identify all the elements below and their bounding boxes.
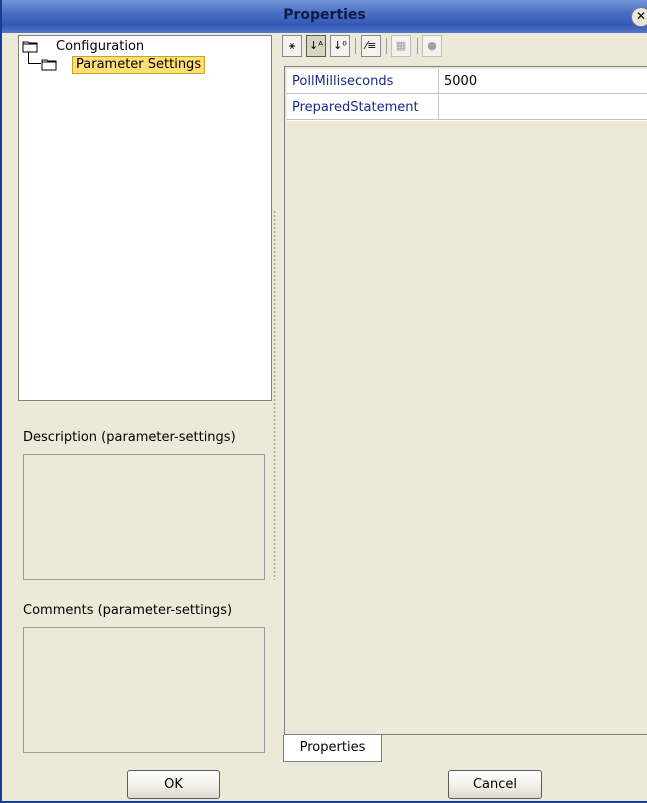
- tree-node-configuration[interactable]: Configuration: [22, 37, 262, 57]
- tab-properties[interactable]: Properties: [283, 735, 382, 762]
- toolbar-separator: [417, 38, 418, 54]
- property-sheet: PollMilliseconds 5000 PreparedStatement: [284, 66, 647, 735]
- tree-node-parameter-settings[interactable]: Parameter Settings: [41, 55, 261, 75]
- ok-button[interactable]: OK: [127, 770, 220, 799]
- window-title: Properties: [283, 7, 366, 23]
- folder-icon: [41, 58, 57, 71]
- sort-by-icon[interactable]: ↓⁰: [330, 35, 350, 57]
- property-name: PreparedStatement: [287, 95, 439, 120]
- toolbar-separator: [386, 38, 387, 54]
- splitter-handle[interactable]: [273, 210, 276, 580]
- description-textarea[interactable]: [23, 454, 265, 580]
- help-icon[interactable]: ●: [422, 35, 442, 57]
- folder-icon: [22, 40, 38, 53]
- tree-node-label-selected: Parameter Settings: [72, 56, 206, 74]
- property-value[interactable]: 5000: [439, 69, 647, 94]
- properties-dialog: Properties ✕ Configuration Parameter Set…: [0, 0, 647, 803]
- property-value[interactable]: [439, 95, 647, 120]
- sort-categorized-icon[interactable]: ⚹: [282, 35, 302, 57]
- configuration-tree[interactable]: Configuration Parameter Settings: [18, 35, 272, 401]
- comments-label: Comments (parameter-settings): [23, 603, 233, 618]
- property-name: PollMilliseconds: [287, 69, 439, 94]
- table-row[interactable]: PollMilliseconds 5000: [287, 69, 647, 95]
- show-modified-icon[interactable]: ⁄≡: [361, 35, 381, 57]
- comments-textarea[interactable]: [23, 627, 265, 753]
- sort-alphabetical-icon[interactable]: ↓ᴬ: [306, 35, 326, 57]
- tree-node-label: Configuration: [56, 39, 145, 54]
- description-label: Description (parameter-settings): [23, 430, 236, 445]
- table-row[interactable]: PreparedStatement: [287, 95, 647, 121]
- cancel-button[interactable]: Cancel: [448, 770, 542, 799]
- description-toggle-icon[interactable]: ▦: [391, 35, 411, 57]
- title-bar[interactable]: Properties ✕: [2, 0, 647, 33]
- tree-connector: [28, 52, 41, 64]
- close-icon[interactable]: ✕: [631, 7, 647, 27]
- toolbar-separator: [355, 38, 356, 54]
